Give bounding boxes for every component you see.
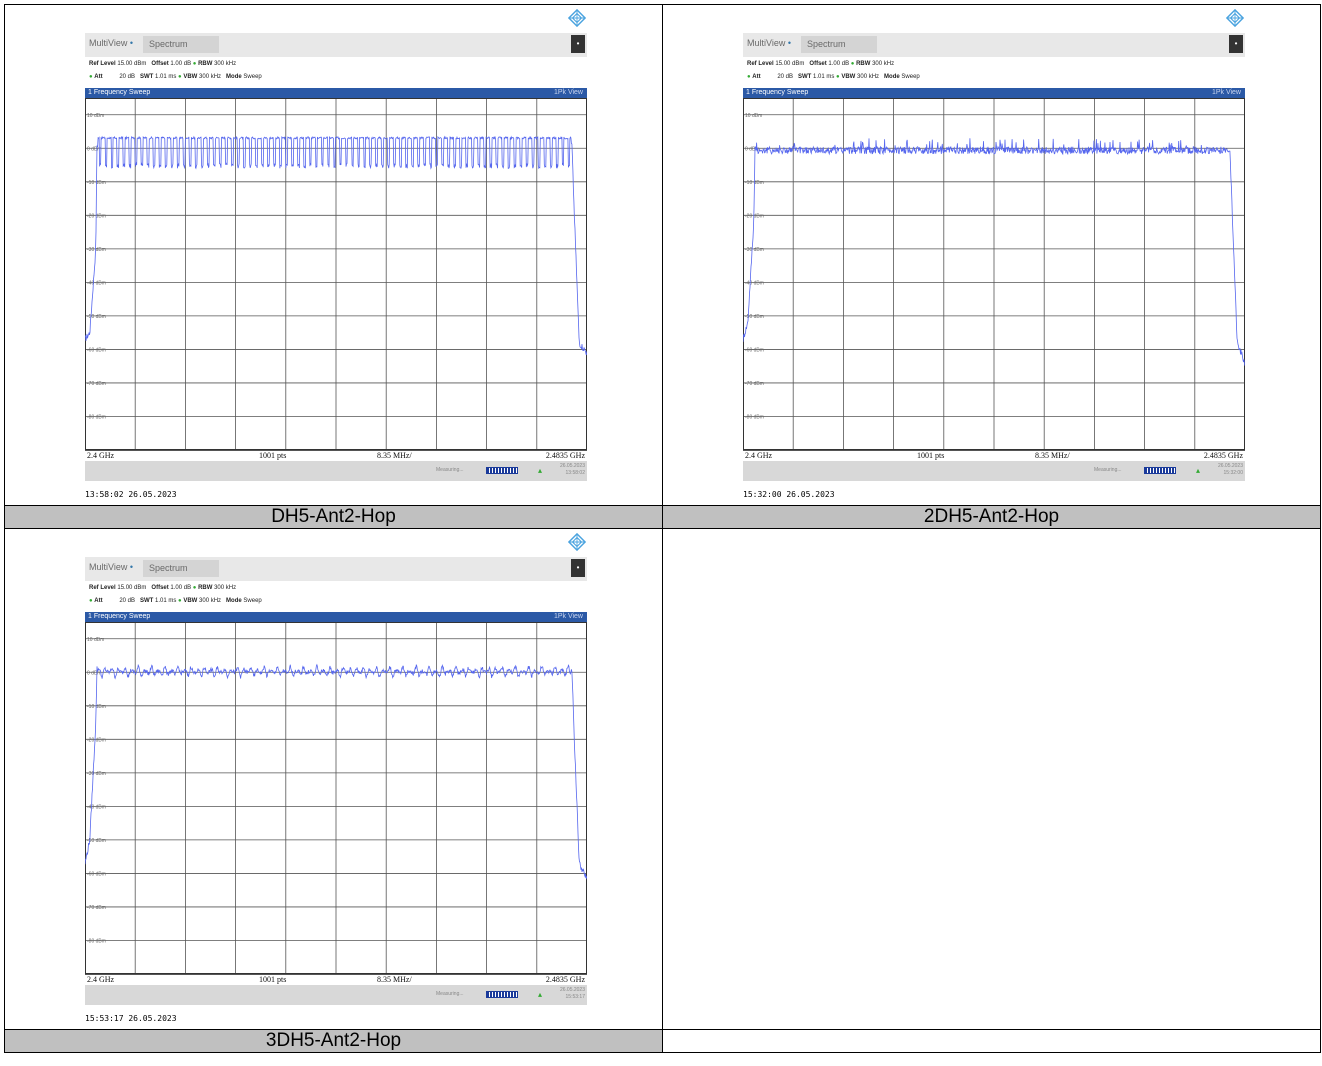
progress-indicator: [1144, 467, 1176, 474]
stop-frequency: 2.4835 GHz: [545, 451, 585, 460]
view-label: 1Pk View: [1211, 89, 1241, 96]
sweep-title-bar: 1 Frequency Sweep 1Pk View: [85, 612, 587, 622]
settings-line-2: ● Att 20 dB SWT 1.01 ms ● VBW 300 kHz Mo…: [747, 74, 920, 80]
sweep-points: 1001 pts: [259, 975, 287, 984]
y-tick-label: -50 dBm: [87, 314, 106, 320]
panel-cell-1: MultiView • Spectrum • Ref Level 15.00 d…: [4, 4, 663, 506]
y-tick-label: -70 dBm: [87, 905, 106, 911]
y-tick-label: -40 dBm: [745, 280, 764, 286]
panel-caption-1: DH5-Ant2-Hop: [4, 505, 663, 529]
y-tick-label: -60 dBm: [87, 347, 106, 353]
start-frequency: 2.4 GHz: [87, 975, 115, 984]
analyzer-tab-bar: MultiView • Spectrum •: [85, 557, 587, 581]
start-frequency: 2.4 GHz: [745, 451, 773, 460]
spectrum-plot: 10 dBm0 dBm-10 dBm-20 dBm-30 dBm-40 dBm-…: [85, 98, 587, 450]
capture-timestamp: 15:32:00 26.05.2023: [743, 490, 835, 499]
network-icon: ▴: [538, 466, 543, 475]
y-tick-label: -80 dBm: [87, 938, 106, 944]
spectrum-analyzer-screen: MultiView • Spectrum • Ref Level 15.00 d…: [85, 33, 587, 483]
settings-line-2: ● Att 20 dB SWT 1.01 ms ● VBW 300 kHz Mo…: [89, 598, 262, 604]
sweep-points: 1001 pts: [259, 451, 287, 460]
y-tick-label: -60 dBm: [745, 347, 764, 353]
spectrum-plot: 10 dBm0 dBm-10 dBm-20 dBm-30 dBm-40 dBm-…: [85, 622, 587, 974]
sweep-points: 1001 pts: [917, 451, 945, 460]
sweep-title-bar: 1 Frequency Sweep 1Pk View: [85, 88, 587, 98]
y-tick-label: -20 dBm: [87, 737, 106, 743]
network-icon: ▴: [538, 990, 543, 999]
spectrum-plot: 10 dBm0 dBm-10 dBm-20 dBm-30 dBm-40 dBm-…: [743, 98, 1245, 450]
start-frequency: 2.4 GHz: [87, 451, 115, 460]
menu-button[interactable]: •: [571, 35, 585, 53]
y-tick-label: 10 dBm: [87, 113, 104, 119]
status-bar: Measuring... ▴ 26.05.2023 13:58:02: [85, 461, 587, 481]
rs-logo-icon: [568, 9, 586, 27]
rs-logo-icon: [1226, 9, 1244, 27]
span-per-division: 8.35 MHz/: [1035, 451, 1070, 460]
settings-line-2: ● Att 20 dB SWT 1.01 ms ● VBW 300 kHz Mo…: [89, 74, 262, 80]
stop-frequency: 2.4835 GHz: [1203, 451, 1243, 460]
capture-timestamp: 13:58:02 26.05.2023: [85, 490, 177, 499]
y-tick-label: -30 dBm: [87, 771, 106, 777]
plot-footer: 2.4 GHz 1001 pts 8.35 MHz/ 2.4835 GHz: [85, 450, 587, 461]
span-per-division: 8.35 MHz/: [377, 975, 412, 984]
menu-button[interactable]: •: [1229, 35, 1243, 53]
progress-indicator: [486, 991, 518, 998]
y-tick-label: -80 dBm: [87, 414, 106, 420]
status-datetime: 26.05.2023 15:32:00: [1217, 463, 1243, 476]
span-per-division: 8.35 MHz/: [377, 451, 412, 460]
progress-indicator: [486, 467, 518, 474]
spectrum-tab[interactable]: Spectrum: [143, 560, 219, 577]
sweep-title-bar: 1 Frequency Sweep 1Pk View: [743, 88, 1245, 98]
multiview-tab[interactable]: MultiView •: [747, 38, 791, 48]
stop-frequency: 2.4835 GHz: [545, 975, 585, 984]
y-tick-label: -20 dBm: [745, 213, 764, 219]
settings-line-1: Ref Level 15.00 dBm Offset 1.00 dB ● RBW…: [747, 61, 895, 67]
view-label: 1Pk View: [553, 613, 583, 620]
spectrum-tab[interactable]: Spectrum: [143, 36, 219, 53]
panel-cell-2: MultiView • Spectrum • Ref Level 15.00 d…: [662, 4, 1321, 506]
y-tick-label: -30 dBm: [745, 247, 764, 253]
status-bar: Measuring... ▴ 26.05.2023 15:32:00: [743, 461, 1245, 481]
y-tick-label: -60 dBm: [87, 871, 106, 877]
capture-timestamp: 15:53:17 26.05.2023: [85, 1014, 177, 1023]
spectrum-analyzer-screen: MultiView • Spectrum • Ref Level 15.00 d…: [85, 557, 587, 1007]
y-tick-label: -40 dBm: [87, 280, 106, 286]
y-tick-label: -30 dBm: [87, 247, 106, 253]
sweep-title: 1 Frequency Sweep: [88, 89, 151, 96]
status-bar: Measuring... ▴ 26.05.2023 15:53:17: [85, 985, 587, 1005]
empty-caption: [662, 1029, 1321, 1053]
view-label: 1Pk View: [553, 89, 583, 96]
multiview-tab[interactable]: MultiView •: [89, 562, 133, 572]
multiview-tab[interactable]: MultiView •: [89, 38, 133, 48]
panel-cell-3: MultiView • Spectrum • Ref Level 15.00 d…: [4, 528, 663, 1030]
spectrum-analyzer-screen: MultiView • Spectrum • Ref Level 15.00 d…: [743, 33, 1245, 483]
sweep-title: 1 Frequency Sweep: [746, 89, 809, 96]
analyzer-tab-bar: MultiView • Spectrum •: [85, 33, 587, 57]
plot-footer: 2.4 GHz 1001 pts 8.35 MHz/ 2.4835 GHz: [743, 450, 1245, 461]
panel-caption-2: 2DH5-Ant2-Hop: [662, 505, 1321, 529]
settings-line-1: Ref Level 15.00 dBm Offset 1.00 dB ● RBW…: [89, 585, 237, 591]
y-tick-label: -40 dBm: [87, 804, 106, 810]
y-tick-label: -70 dBm: [87, 381, 106, 387]
status-datetime: 26.05.2023 15:53:17: [559, 987, 585, 1000]
y-tick-label: -80 dBm: [745, 414, 764, 420]
plot-footer: 2.4 GHz 1001 pts 8.35 MHz/ 2.4835 GHz: [85, 974, 587, 985]
measuring-label: Measuring...: [436, 991, 464, 997]
analyzer-tab-bar: MultiView • Spectrum •: [743, 33, 1245, 57]
empty-cell: [662, 528, 1321, 1030]
rs-logo-icon: [568, 533, 586, 551]
measuring-label: Measuring...: [1094, 467, 1122, 473]
y-tick-label: 10 dBm: [87, 637, 104, 643]
settings-line-1: Ref Level 15.00 dBm Offset 1.00 dB ● RBW…: [89, 61, 237, 67]
spectrum-tab[interactable]: Spectrum: [801, 36, 877, 53]
panel-caption-3: 3DH5-Ant2-Hop: [4, 1029, 663, 1053]
menu-button[interactable]: •: [571, 559, 585, 577]
y-tick-label: 10 dBm: [745, 113, 762, 119]
network-icon: ▴: [1196, 466, 1201, 475]
sweep-title: 1 Frequency Sweep: [88, 613, 151, 620]
measuring-label: Measuring...: [436, 467, 464, 473]
status-datetime: 26.05.2023 13:58:02: [559, 463, 585, 476]
y-tick-label: -70 dBm: [745, 381, 764, 387]
y-tick-label: 0 dBm: [87, 670, 101, 676]
